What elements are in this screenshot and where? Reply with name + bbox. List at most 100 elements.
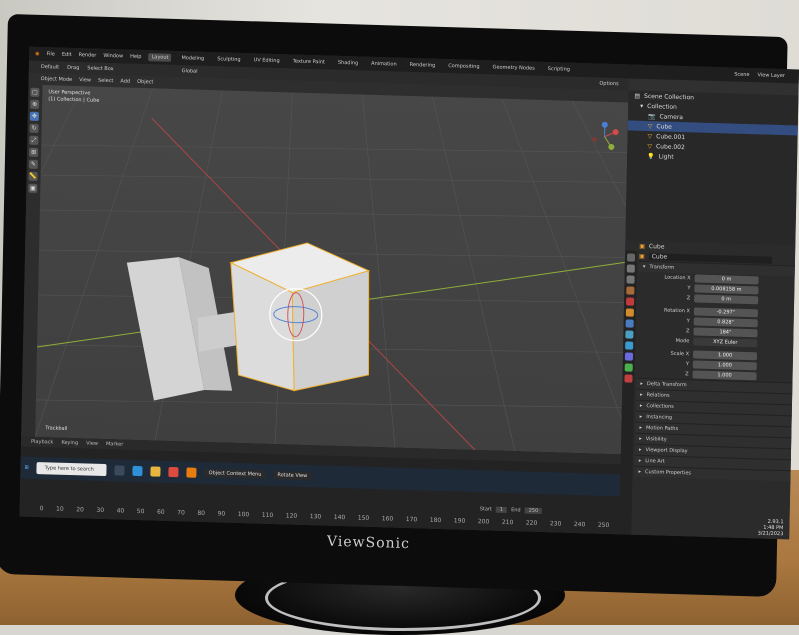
drag-dropdown[interactable]: Drag xyxy=(67,65,79,71)
scale-tool-icon[interactable]: ⤢ xyxy=(29,136,38,145)
marker-menu[interactable]: Marker xyxy=(106,441,123,448)
end-frame-field[interactable]: 250 xyxy=(525,508,543,515)
playback-menu[interactable]: Playback xyxy=(31,439,53,446)
tab-scripting[interactable]: Scripting xyxy=(545,65,573,74)
edge-icon[interactable] xyxy=(133,466,143,476)
transform-orientation-dropdown[interactable]: Global xyxy=(182,68,198,74)
tab-rendering[interactable]: Rendering xyxy=(407,61,439,70)
tab-modeling[interactable]: Modeling xyxy=(178,54,207,63)
orientation-dropdown[interactable]: Default xyxy=(41,64,59,71)
render-tab-icon[interactable] xyxy=(627,264,635,272)
object-tab-icon[interactable] xyxy=(626,308,634,316)
rotate-tool-icon[interactable]: ↻ xyxy=(30,124,39,133)
menu-edit[interactable]: Edit xyxy=(62,52,72,58)
start-label: Start xyxy=(480,506,492,512)
tab-uv-editing[interactable]: UV Editing xyxy=(250,56,282,65)
tab-texture-paint[interactable]: Texture Paint xyxy=(290,57,328,66)
cursor-tool-icon[interactable]: ⊕ xyxy=(30,100,39,109)
tick-label: 60 xyxy=(157,509,165,516)
measure-tool-icon[interactable]: 📏 xyxy=(29,172,38,181)
properties-panel: ▣ Cube ▣ Cube ▾ Transform Location X 0 m… xyxy=(619,240,795,539)
tick-label: 30 xyxy=(96,507,104,514)
outliner-item-label: Cube.001 xyxy=(656,133,685,141)
axis-z-label: Z xyxy=(637,327,689,335)
tick-label: 250 xyxy=(598,522,610,529)
object-menu[interactable]: Object xyxy=(137,79,153,85)
blender-taskbar-icon[interactable] xyxy=(187,467,197,477)
axis-z-label: Z xyxy=(637,370,689,378)
modifier-tab-icon[interactable] xyxy=(626,319,634,327)
chevron-right-icon: ▸ xyxy=(640,381,643,387)
tick-label: 0 xyxy=(40,505,44,512)
tab-geometry-nodes[interactable]: Geometry Nodes xyxy=(489,63,537,72)
menu-help[interactable]: Help xyxy=(130,54,142,60)
viewport-perspective-label: User Perspective xyxy=(48,89,90,96)
outliner-panel: ▤ Scene Collection ▾ Collection 📷 Camera… xyxy=(625,90,798,245)
view-menu-timeline[interactable]: View xyxy=(86,440,98,446)
options-dropdown[interactable]: Options xyxy=(599,81,618,88)
task-view-icon[interactable] xyxy=(115,465,125,475)
navigation-gizmo-icon[interactable] xyxy=(589,121,620,152)
output-tab-icon[interactable] xyxy=(626,275,634,283)
rotation-label: Rotation X xyxy=(638,307,690,315)
annotate-tool-icon[interactable]: ✎ xyxy=(29,160,38,169)
view-menu[interactable]: View xyxy=(79,77,91,83)
move-tool-icon[interactable]: ✥ xyxy=(30,112,39,121)
windows-start-icon[interactable]: ⊞ xyxy=(24,465,28,471)
view-layer-selector[interactable]: View Layer xyxy=(757,72,785,79)
transform-tool-icon[interactable]: ⊞ xyxy=(29,148,38,157)
chevron-right-icon: ▸ xyxy=(640,403,643,409)
particles-tab-icon[interactable] xyxy=(625,330,633,338)
tab-shading[interactable]: Shading xyxy=(335,59,361,68)
start-frame-field[interactable]: 1 xyxy=(496,507,507,513)
tick-label: 90 xyxy=(218,510,226,517)
select-box-dropdown[interactable]: Select Box xyxy=(87,65,113,72)
material-tab-icon[interactable] xyxy=(624,374,632,382)
data-tab-icon[interactable] xyxy=(625,363,633,371)
chevron-right-icon: ▸ xyxy=(640,414,643,420)
end-label: End xyxy=(511,507,521,513)
collection-icon: ▤ xyxy=(634,92,640,99)
world-tab-icon[interactable] xyxy=(626,297,634,305)
location-label: Location X xyxy=(639,274,691,282)
rotation-mode-dropdown[interactable]: XYZ Euler xyxy=(693,337,757,347)
axis-y-label: Y xyxy=(638,317,690,325)
file-explorer-icon[interactable] xyxy=(151,466,161,476)
location-z-field[interactable]: 0 m xyxy=(694,294,758,304)
tick-label: 210 xyxy=(502,519,514,526)
select-tool-icon[interactable]: ▢ xyxy=(30,88,39,97)
chrome-icon[interactable] xyxy=(169,467,179,477)
select-menu[interactable]: Select xyxy=(98,78,114,84)
axis-y-label: Y xyxy=(638,284,690,292)
add-menu[interactable]: Add xyxy=(120,78,130,84)
properties-content: ▣ Cube ▣ Cube ▾ Transform Location X 0 m… xyxy=(633,241,795,540)
axis-y-label: Y xyxy=(637,360,689,368)
tab-layout[interactable]: Layout xyxy=(148,53,171,62)
object-name-label: Cube xyxy=(649,243,665,250)
menu-file[interactable]: File xyxy=(46,51,54,57)
tab-animation[interactable]: Animation xyxy=(368,60,400,69)
physics-tab-icon[interactable] xyxy=(625,341,633,349)
taskbar-search-input[interactable]: Type here to search xyxy=(37,462,107,476)
outliner-item-label: Light xyxy=(659,153,674,160)
keying-menu[interactable]: Keying xyxy=(61,440,78,446)
mode-dropdown[interactable]: Object Mode xyxy=(41,76,73,83)
tool-tab-icon[interactable] xyxy=(627,253,635,261)
frame-range: Start 1 End 250 xyxy=(480,506,543,514)
3d-viewport[interactable]: User Perspective (1) Collection | Cube T… xyxy=(35,85,628,454)
viewport-grid xyxy=(35,85,628,454)
menu-render[interactable]: Render xyxy=(79,52,97,59)
menu-window[interactable]: Window xyxy=(103,53,123,60)
chevron-right-icon: ▸ xyxy=(640,392,643,398)
tick-label: 70 xyxy=(177,509,185,516)
blender-logo-icon[interactable]: ◉ xyxy=(35,51,39,57)
tab-sculpting[interactable]: Sculpting xyxy=(214,55,244,64)
add-cube-tool-icon[interactable]: ▣ xyxy=(28,184,37,193)
tick-label: 120 xyxy=(286,512,298,519)
scene-selector[interactable]: Scene xyxy=(734,72,749,78)
trackball-operator-label[interactable]: Trackball xyxy=(45,425,67,432)
tab-compositing[interactable]: Compositing xyxy=(445,62,482,71)
scene-tab-icon[interactable] xyxy=(626,286,634,294)
constraints-tab-icon[interactable] xyxy=(625,352,633,360)
chevron-right-icon: ▸ xyxy=(639,458,642,464)
